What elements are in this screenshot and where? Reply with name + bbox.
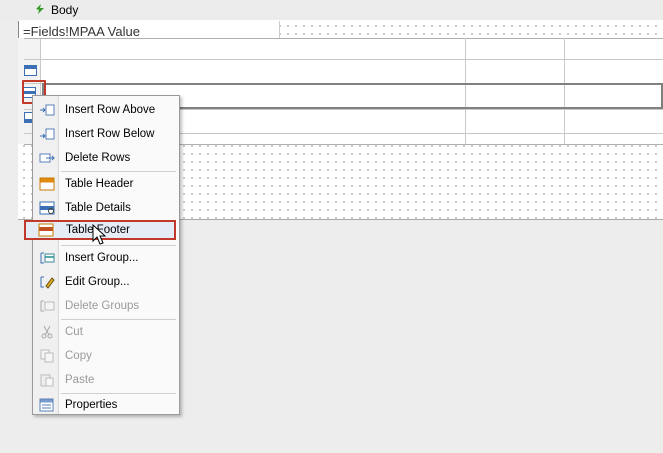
menu-item-table-header[interactable]: Table Header [35,172,178,196]
menu-item-label: Cut [65,326,83,338]
menu-item-label: Table Details [65,202,131,214]
table-details-icon [39,201,55,215]
header-row-icon[interactable] [24,65,37,76]
table-footer-icon [38,223,54,237]
insert-row-below-icon [40,128,55,140]
menu-item-label: Edit Group... [65,276,130,288]
copy-icon [40,349,54,363]
menu-item-label: Insert Row Above [65,104,156,116]
menu-item-label: Properties [65,399,118,411]
menu-item-edit-group[interactable]: Edit Group... [35,270,178,294]
textbox-expression: =Fields!MPAA Value [23,24,140,39]
menu-item-copy[interactable]: Copy [35,344,178,368]
delete-rows-icon [39,153,55,163]
menu-item-table-details[interactable]: Table Details [35,196,178,220]
textbox-mpaa[interactable]: =Fields!MPAA Value [18,21,280,39]
table-header-icon [39,177,55,191]
lightning-icon [36,4,44,14]
table-top-border [24,38,663,39]
menu-item-label: Delete Rows [65,152,131,164]
menu-item-label: Table Header [65,178,134,190]
body-band-bar: Body [0,0,663,20]
menu-item-delete-rows[interactable]: Delete Rows [35,146,178,170]
menu-item-delete-groups[interactable]: Delete Groups [35,294,178,318]
menu-item-paste[interactable]: Paste [35,368,178,392]
delete-groups-icon [40,300,55,312]
menu-item-label: Paste [65,374,95,386]
insert-row-above-icon [40,104,55,116]
menu-item-label: Delete Groups [65,300,140,312]
menu-item-cut[interactable]: Cut [35,320,178,344]
menu-item-insert-row-below[interactable]: Insert Row Below [35,122,178,146]
insert-group-icon [40,252,55,264]
menu-item-insert-row-above[interactable]: Insert Row Above [35,98,178,122]
paste-icon [40,374,54,387]
menu-item-label: Insert Group... [65,252,139,264]
table-line [24,59,663,60]
menu-item-insert-group[interactable]: Insert Group... [35,246,178,270]
edit-group-icon [40,276,55,289]
menu-item-properties[interactable]: Properties [35,393,178,417]
menu-item-label: Copy [65,350,92,362]
properties-icon [39,398,54,412]
context-menu: Insert Row Above Insert Row Below Delete… [32,95,180,415]
mouse-pointer-icon [92,224,107,245]
menu-item-label: Insert Row Below [65,128,155,140]
band-label: Body [51,3,79,17]
scissors-icon [41,325,53,339]
